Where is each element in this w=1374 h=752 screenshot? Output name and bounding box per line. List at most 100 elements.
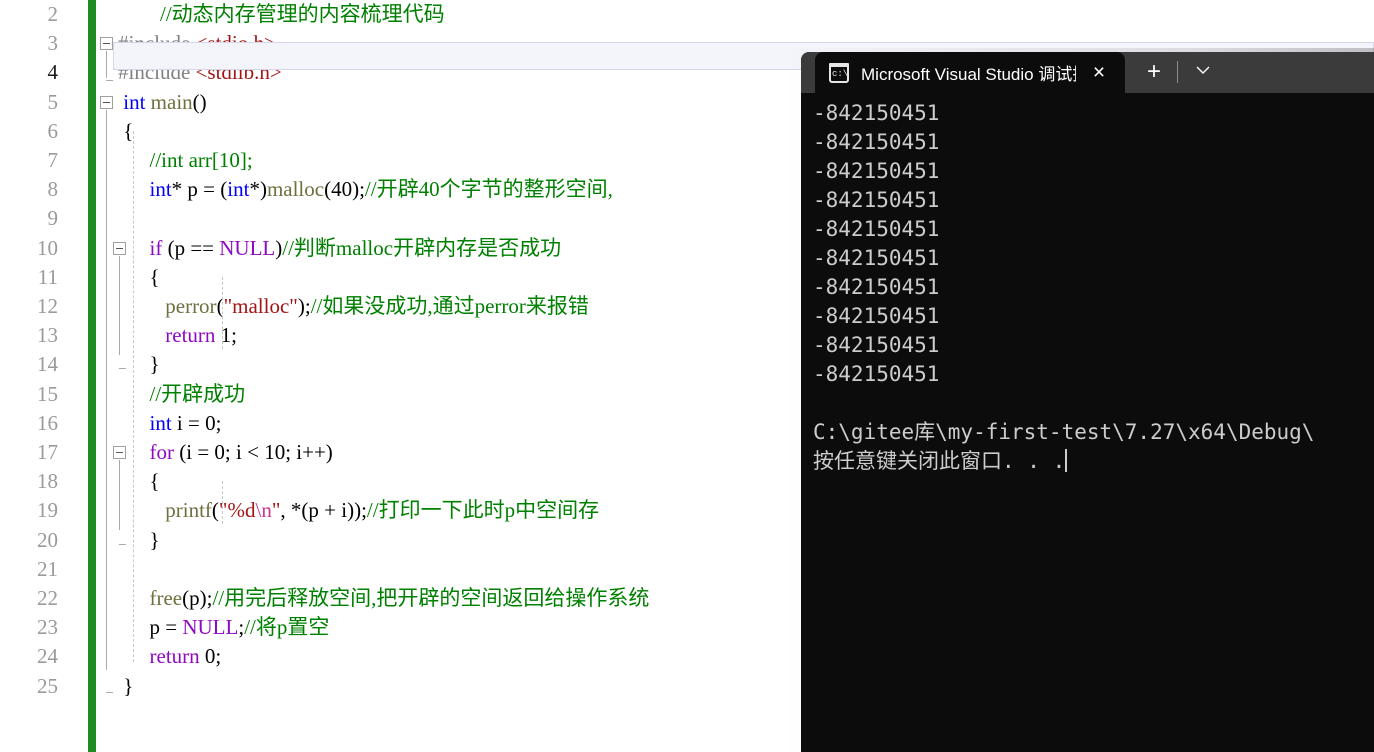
code-token: int	[227, 177, 250, 202]
code-line[interactable]: 2 //动态内存管理的内容梳理代码	[0, 0, 1374, 29]
code-line-text: int main()	[118, 88, 206, 117]
fold-guide-end	[106, 80, 113, 82]
fold-guide	[106, 51, 107, 79]
code-token: "%d	[218, 498, 256, 523]
code-token: //开辟40个字节的整形空间,	[364, 177, 613, 202]
close-icon[interactable]: ×	[1084, 58, 1114, 88]
code-token: 40	[331, 177, 353, 202]
code-token: return	[149, 644, 200, 669]
terminal-title-bar[interactable]: Microsoft Visual Studio 调试挖 × +	[801, 52, 1374, 93]
code-token: malloc	[266, 177, 325, 202]
terminal-tab[interactable]: Microsoft Visual Studio 调试挖 ×	[815, 52, 1125, 93]
line-number: 16	[37, 410, 58, 435]
fold-guide	[119, 255, 120, 356]
code-token: i =	[171, 410, 206, 435]
terminal-tab-title: Microsoft Visual Studio 调试挖	[861, 65, 1076, 84]
chevron-down-icon[interactable]	[1188, 57, 1218, 87]
code-token: 10	[264, 440, 286, 464]
code-token: int	[149, 177, 172, 202]
code-line-text: }	[118, 672, 133, 701]
code-token: {	[118, 264, 160, 289]
line-number: 6	[47, 118, 59, 143]
fold-guide	[106, 109, 107, 671]
line-number: 13	[37, 323, 58, 348]
code-line-text: p = NULL;//将p置空	[118, 613, 330, 642]
code-token: ;	[215, 410, 222, 435]
code-token: printf	[165, 498, 212, 523]
code-line-text: perror("malloc");//如果没成功,通过perror来报错	[118, 292, 589, 321]
code-token: );	[297, 294, 311, 318]
terminal-line: 按任意键关闭此窗口. . .	[813, 449, 1068, 473]
fold-toggle-for[interactable]	[113, 446, 126, 459]
terminal-line: -842150451	[813, 188, 940, 212]
fold-guide-end	[106, 691, 113, 693]
line-number: 22	[37, 586, 58, 610]
terminal-output[interactable]: -842150451 -842150451 -842150451 -842150451…	[801, 93, 1374, 476]
terminal-line: -842150451	[813, 246, 940, 270]
code-line-text: {	[118, 263, 160, 292]
code-token: 0	[205, 410, 216, 435]
code-token: ;	[231, 323, 237, 348]
code-token: ; i <	[224, 440, 265, 464]
code-token: * p = (	[171, 177, 228, 202]
code-token: NULL	[182, 615, 239, 640]
code-token: }	[118, 673, 134, 698]
indent-guide	[222, 276, 223, 350]
code-token: \n	[255, 498, 272, 523]
code-token: //开辟成功	[149, 381, 246, 406]
change-indicator-bar	[88, 0, 96, 752]
code-token: free	[149, 586, 183, 610]
code-token: //判断malloc开辟内存是否成功	[282, 235, 562, 260]
code-token: p =	[118, 615, 183, 640]
code-token: for	[149, 440, 175, 464]
line-number: 19	[37, 498, 58, 523]
terminal-line: -842150451	[813, 217, 940, 241]
fold-guide-end	[119, 543, 126, 545]
line-number: 8	[47, 177, 59, 202]
terminal-window[interactable]: Microsoft Visual Studio 调试挖 × + -8421504…	[801, 52, 1374, 752]
code-token: perror	[165, 294, 217, 318]
code-token: NULL	[219, 235, 276, 260]
terminal-line: -842150451	[813, 333, 940, 357]
fold-guide	[119, 460, 120, 531]
line-number: 5	[47, 89, 59, 114]
code-token: {	[118, 469, 160, 494]
code-token: //用完后释放空间,把开辟的空间返回给操作系统	[212, 586, 650, 610]
fold-toggle-includes[interactable]	[100, 37, 113, 51]
console-cmd-icon	[829, 62, 849, 83]
code-token: int	[123, 89, 146, 114]
code-token: (	[211, 498, 219, 523]
line-number: 9	[47, 206, 59, 231]
terminal-line: C:\gitee库\my-first-test\7.27\x64\Debug\	[813, 420, 1315, 444]
fold-toggle-if[interactable]	[113, 241, 126, 255]
line-number: 7	[47, 148, 59, 172]
code-line-text: }	[118, 350, 160, 379]
line-number: 11	[37, 264, 58, 289]
fold-toggle-main[interactable]	[100, 95, 113, 109]
code-line-text: printf("%d\n", *(p + i));//打印一下此时p中空间存	[118, 496, 599, 525]
code-token: "malloc"	[223, 294, 298, 318]
terminal-line: -842150451	[813, 159, 940, 183]
terminal-line: -842150451	[813, 275, 940, 299]
terminal-cursor	[1065, 449, 1068, 472]
indent-guide	[222, 481, 223, 525]
terminal-line: -842150451	[813, 101, 940, 125]
line-number: 24	[37, 644, 58, 669]
terminal-line: -842150451	[813, 130, 940, 154]
code-line-text: return 1;	[118, 321, 237, 350]
chevron-down-glyph	[1196, 66, 1210, 74]
code-token: //int arr[10];	[149, 148, 253, 172]
line-number: 4	[47, 60, 59, 85]
line-number: 12	[37, 294, 58, 318]
line-number: 17	[37, 440, 58, 464]
line-number: 3	[47, 31, 59, 56]
new-tab-icon[interactable]: +	[1139, 57, 1169, 87]
code-token: main	[150, 89, 193, 114]
code-token: ; i++)	[285, 440, 333, 464]
code-token: //将p置空	[244, 615, 330, 640]
code-token: }	[118, 527, 160, 552]
line-number: 20	[37, 527, 58, 552]
